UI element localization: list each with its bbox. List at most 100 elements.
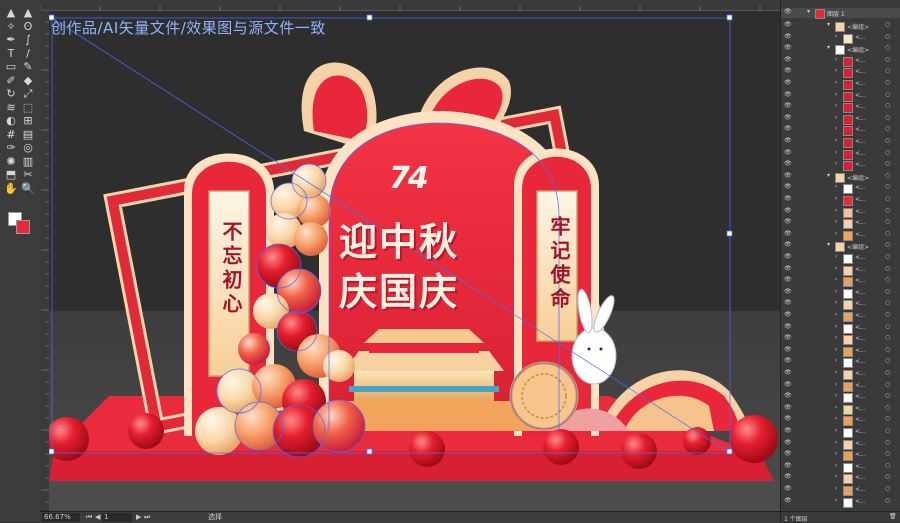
target-circle-icon[interactable]: ○ (885, 137, 890, 144)
lock-column[interactable]: · (796, 288, 798, 295)
type-tool-icon[interactable]: T (3, 47, 19, 61)
lock-column[interactable]: · (796, 114, 798, 121)
layer-name[interactable]: <... (855, 138, 866, 145)
eye-icon[interactable]: 👁 (784, 357, 792, 364)
eye-icon[interactable]: 👁 (784, 33, 792, 40)
eye-icon[interactable]: 👁 (784, 450, 792, 457)
eye-icon[interactable]: 👁 (784, 334, 792, 341)
expand-arrow-icon[interactable]: › (835, 33, 837, 40)
layer-name[interactable]: <... (855, 324, 866, 331)
lock-column[interactable]: · (796, 450, 798, 457)
lock-column[interactable]: · (796, 299, 798, 306)
layer-row[interactable]: 👁 · › <... ○ (781, 56, 900, 67)
expand-arrow-icon[interactable]: › (835, 253, 837, 260)
lock-column[interactable]: · (796, 79, 798, 86)
lock-column[interactable]: · (796, 21, 798, 28)
layer-row[interactable]: 👁 · ▾ <编组> ○ (781, 172, 900, 183)
layer-name[interactable]: <... (855, 428, 866, 435)
target-circle-icon[interactable]: ○ (885, 334, 890, 341)
lock-column[interactable]: · (796, 218, 798, 225)
eye-icon[interactable]: 👁 (784, 381, 792, 388)
target-circle-icon[interactable]: ○ (885, 21, 890, 28)
eye-icon[interactable]: 👁 (784, 172, 792, 179)
target-circle-icon[interactable]: ○ (885, 311, 890, 318)
lock-column[interactable]: · (796, 265, 798, 272)
expand-arrow-icon[interactable]: › (835, 497, 837, 504)
eye-icon[interactable]: 👁 (784, 485, 792, 492)
layer-row[interactable]: 👁 · › <... ○ (781, 392, 900, 404)
expand-arrow-icon[interactable]: › (835, 404, 837, 411)
expand-arrow-icon[interactable]: › (835, 125, 837, 132)
layer-name[interactable]: <... (855, 416, 866, 423)
lock-column[interactable]: · (796, 497, 798, 504)
layer-row[interactable]: 👁 · › <... ○ (781, 462, 900, 473)
eye-icon[interactable]: 👁 (784, 102, 792, 109)
eye-icon[interactable]: 👁 (784, 149, 792, 156)
eye-icon[interactable]: 👁 (784, 183, 792, 190)
layer-row[interactable]: 👁 · › <... ○ (781, 346, 900, 357)
shape-builder-tool-icon[interactable]: ◐ (3, 114, 19, 128)
layer-name[interactable]: <... (855, 463, 866, 470)
layer-row[interactable]: 👁 · › <... ○ (781, 288, 900, 299)
lock-column[interactable]: · (796, 44, 798, 51)
zoom-field[interactable]: 66.67% (42, 513, 80, 522)
expand-arrow-icon[interactable]: › (835, 427, 837, 434)
layer-name[interactable]: <... (855, 335, 866, 342)
target-circle-icon[interactable]: ○ (885, 439, 890, 446)
lock-column[interactable]: · (796, 230, 798, 237)
target-circle-icon[interactable]: ○ (885, 44, 890, 51)
layer-name[interactable]: <... (855, 254, 866, 261)
target-circle-icon[interactable]: ○ (885, 91, 890, 98)
layer-name[interactable]: <... (855, 266, 866, 273)
lock-column[interactable]: · (796, 485, 798, 492)
artboard-nav-prev-icon[interactable]: ◀ (95, 513, 100, 522)
target-circle-icon[interactable]: ○ (885, 149, 890, 156)
expand-arrow-icon[interactable]: › (835, 276, 837, 283)
target-circle-icon[interactable]: ○ (885, 357, 890, 364)
layer-row[interactable]: 👁 · › <... ○ (781, 485, 900, 496)
layer-name[interactable]: <... (855, 231, 866, 238)
layer-row[interactable]: 👁 · › <... ○ (781, 323, 900, 334)
expand-arrow-icon[interactable]: ▾ (827, 241, 830, 248)
expand-arrow-icon[interactable]: › (835, 218, 837, 225)
expand-arrow-icon[interactable]: › (835, 334, 837, 341)
layer-row[interactable]: 👁 · › <... ○ (781, 137, 900, 148)
eye-icon[interactable]: 👁 (784, 56, 792, 63)
eye-icon[interactable]: 👁 (784, 462, 792, 469)
layer-row[interactable]: 👁 · › <... ○ (781, 125, 900, 137)
artboard-nav-last-icon[interactable]: ⏭ (144, 513, 150, 522)
eye-icon[interactable]: 👁 (784, 473, 792, 480)
expand-arrow-icon[interactable]: › (835, 160, 837, 167)
expand-arrow-icon[interactable]: › (835, 323, 837, 330)
layer-row[interactable]: 👁 · › <... ○ (781, 114, 900, 125)
document-canvas[interactable]: 创作品/AI矢量文件/效果图与源文件一致 74 迎中秋 庆国庆 不忘初心 牢记使… (49, 11, 780, 511)
eye-icon[interactable]: 👁 (784, 299, 792, 306)
layer-name[interactable]: <... (855, 347, 866, 354)
rectangle-tool-icon[interactable]: ▭ (3, 60, 19, 74)
eye-icon[interactable]: 👁 (784, 8, 792, 15)
eye-icon[interactable]: 👁 (784, 125, 792, 132)
target-circle-icon[interactable]: ○ (885, 427, 890, 434)
free-transform-tool-icon[interactable]: ⬚ (20, 101, 36, 115)
expand-arrow-icon[interactable]: › (835, 149, 837, 156)
layer-row[interactable]: 👁 · › <... ○ (781, 91, 900, 102)
target-circle-icon[interactable]: ○ (885, 183, 890, 190)
target-circle-icon[interactable]: ○ (885, 485, 890, 492)
expand-arrow-icon[interactable]: › (835, 299, 837, 306)
lock-column[interactable]: · (796, 160, 798, 167)
lock-column[interactable]: · (796, 253, 798, 260)
width-tool-icon[interactable]: ≋ (3, 101, 19, 115)
expand-arrow-icon[interactable]: › (835, 462, 837, 469)
eye-icon[interactable]: 👁 (784, 67, 792, 74)
zoom-tool-icon[interactable]: 🔍 (20, 182, 36, 196)
lock-column[interactable]: · (796, 207, 798, 214)
layer-row[interactable]: 👁 · › <... ○ (781, 311, 900, 322)
target-circle-icon[interactable]: ○ (885, 79, 890, 86)
layer-name[interactable]: <... (855, 103, 866, 110)
expand-arrow-icon[interactable]: ▾ (827, 172, 830, 179)
layer-name[interactable]: <... (855, 68, 866, 75)
layer-name[interactable]: <... (855, 393, 866, 400)
target-circle-icon[interactable]: ○ (885, 33, 890, 40)
layer-name[interactable]: <... (855, 370, 866, 377)
layer-name[interactable]: <编组> (847, 22, 869, 31)
